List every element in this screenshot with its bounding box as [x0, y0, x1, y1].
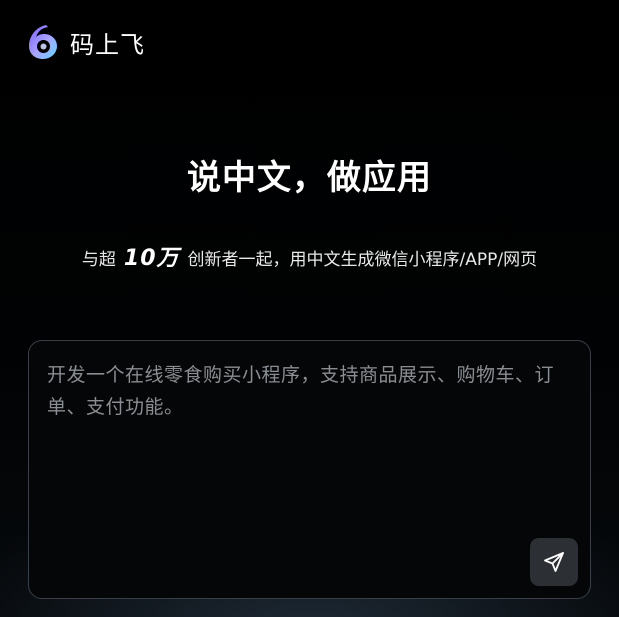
- prompt-input-text[interactable]: 开发一个在线零食购买小程序，支持商品展示、购物车、订单、支付功能。: [47, 359, 567, 423]
- brand-name: 码上飞: [70, 30, 145, 59]
- send-button[interactable]: [530, 538, 578, 586]
- send-icon: [544, 552, 564, 572]
- hero-subtitle-prefix: 与超: [81, 250, 116, 270]
- hero-subtitle-number: 10万: [123, 246, 180, 271]
- hero-title: 说中文，做应用: [187, 158, 432, 198]
- header: 码上飞: [24, 22, 145, 62]
- prompt-input-box[interactable]: 开发一个在线零食购买小程序，支持商品展示、购物车、订单、支付功能。: [28, 340, 591, 599]
- brand-logo-icon[interactable]: [24, 22, 64, 62]
- hero-subtitle-suffix: 创新者一起，用中文生成微信小程序/APP/网页: [187, 250, 538, 270]
- hero-subtitle: 与超 10万 创新者一起，用中文生成微信小程序/APP/网页: [0, 240, 619, 272]
